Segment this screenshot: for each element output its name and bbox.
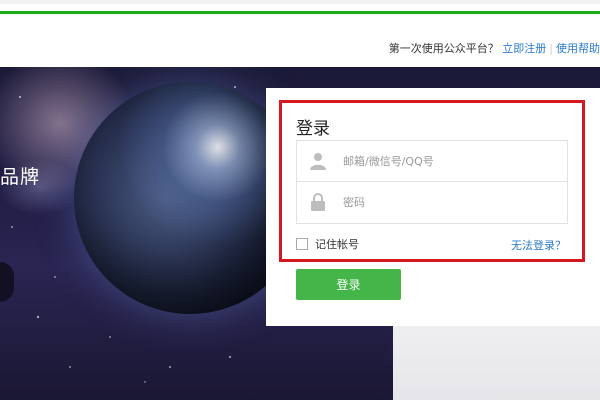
login-title: 登录 [296, 119, 330, 139]
remember-label: 记住帐号 [315, 238, 359, 251]
top-accent-line [0, 0, 600, 14]
page: 第一次使用公众平台？ 立即注册 | 使用帮助 品牌 登录 邮箱/微信号/QQ号 … [0, 0, 600, 400]
remember-account[interactable]: 记住帐号 [296, 236, 359, 252]
lock-icon [311, 193, 325, 211]
background-texture [393, 326, 600, 400]
password-input[interactable] [343, 192, 553, 212]
username-input[interactable] [343, 151, 553, 171]
header-links: 第一次使用公众平台？ 立即注册 | 使用帮助 [389, 40, 600, 56]
cannot-login-link[interactable]: 无法登录？ [511, 237, 566, 253]
login-button[interactable]: 登录 [296, 269, 401, 300]
password-field-wrapper [296, 182, 568, 224]
login-card: 登录 记住帐号 无法登录？ 登录 [266, 88, 600, 326]
register-link[interactable]: 立即注册 [502, 42, 546, 55]
header-bar: 第一次使用公众平台？ 立即注册 | 使用帮助 [0, 17, 600, 67]
remember-checkbox[interactable] [296, 238, 308, 250]
link-separator: | [549, 42, 553, 55]
user-icon [310, 153, 326, 170]
username-field-wrapper [296, 140, 568, 182]
first-time-question: 第一次使用公众平台？ [388, 42, 499, 55]
banner-brand-text: 品牌 [0, 166, 41, 188]
help-link[interactable]: 使用帮助 [556, 42, 600, 55]
